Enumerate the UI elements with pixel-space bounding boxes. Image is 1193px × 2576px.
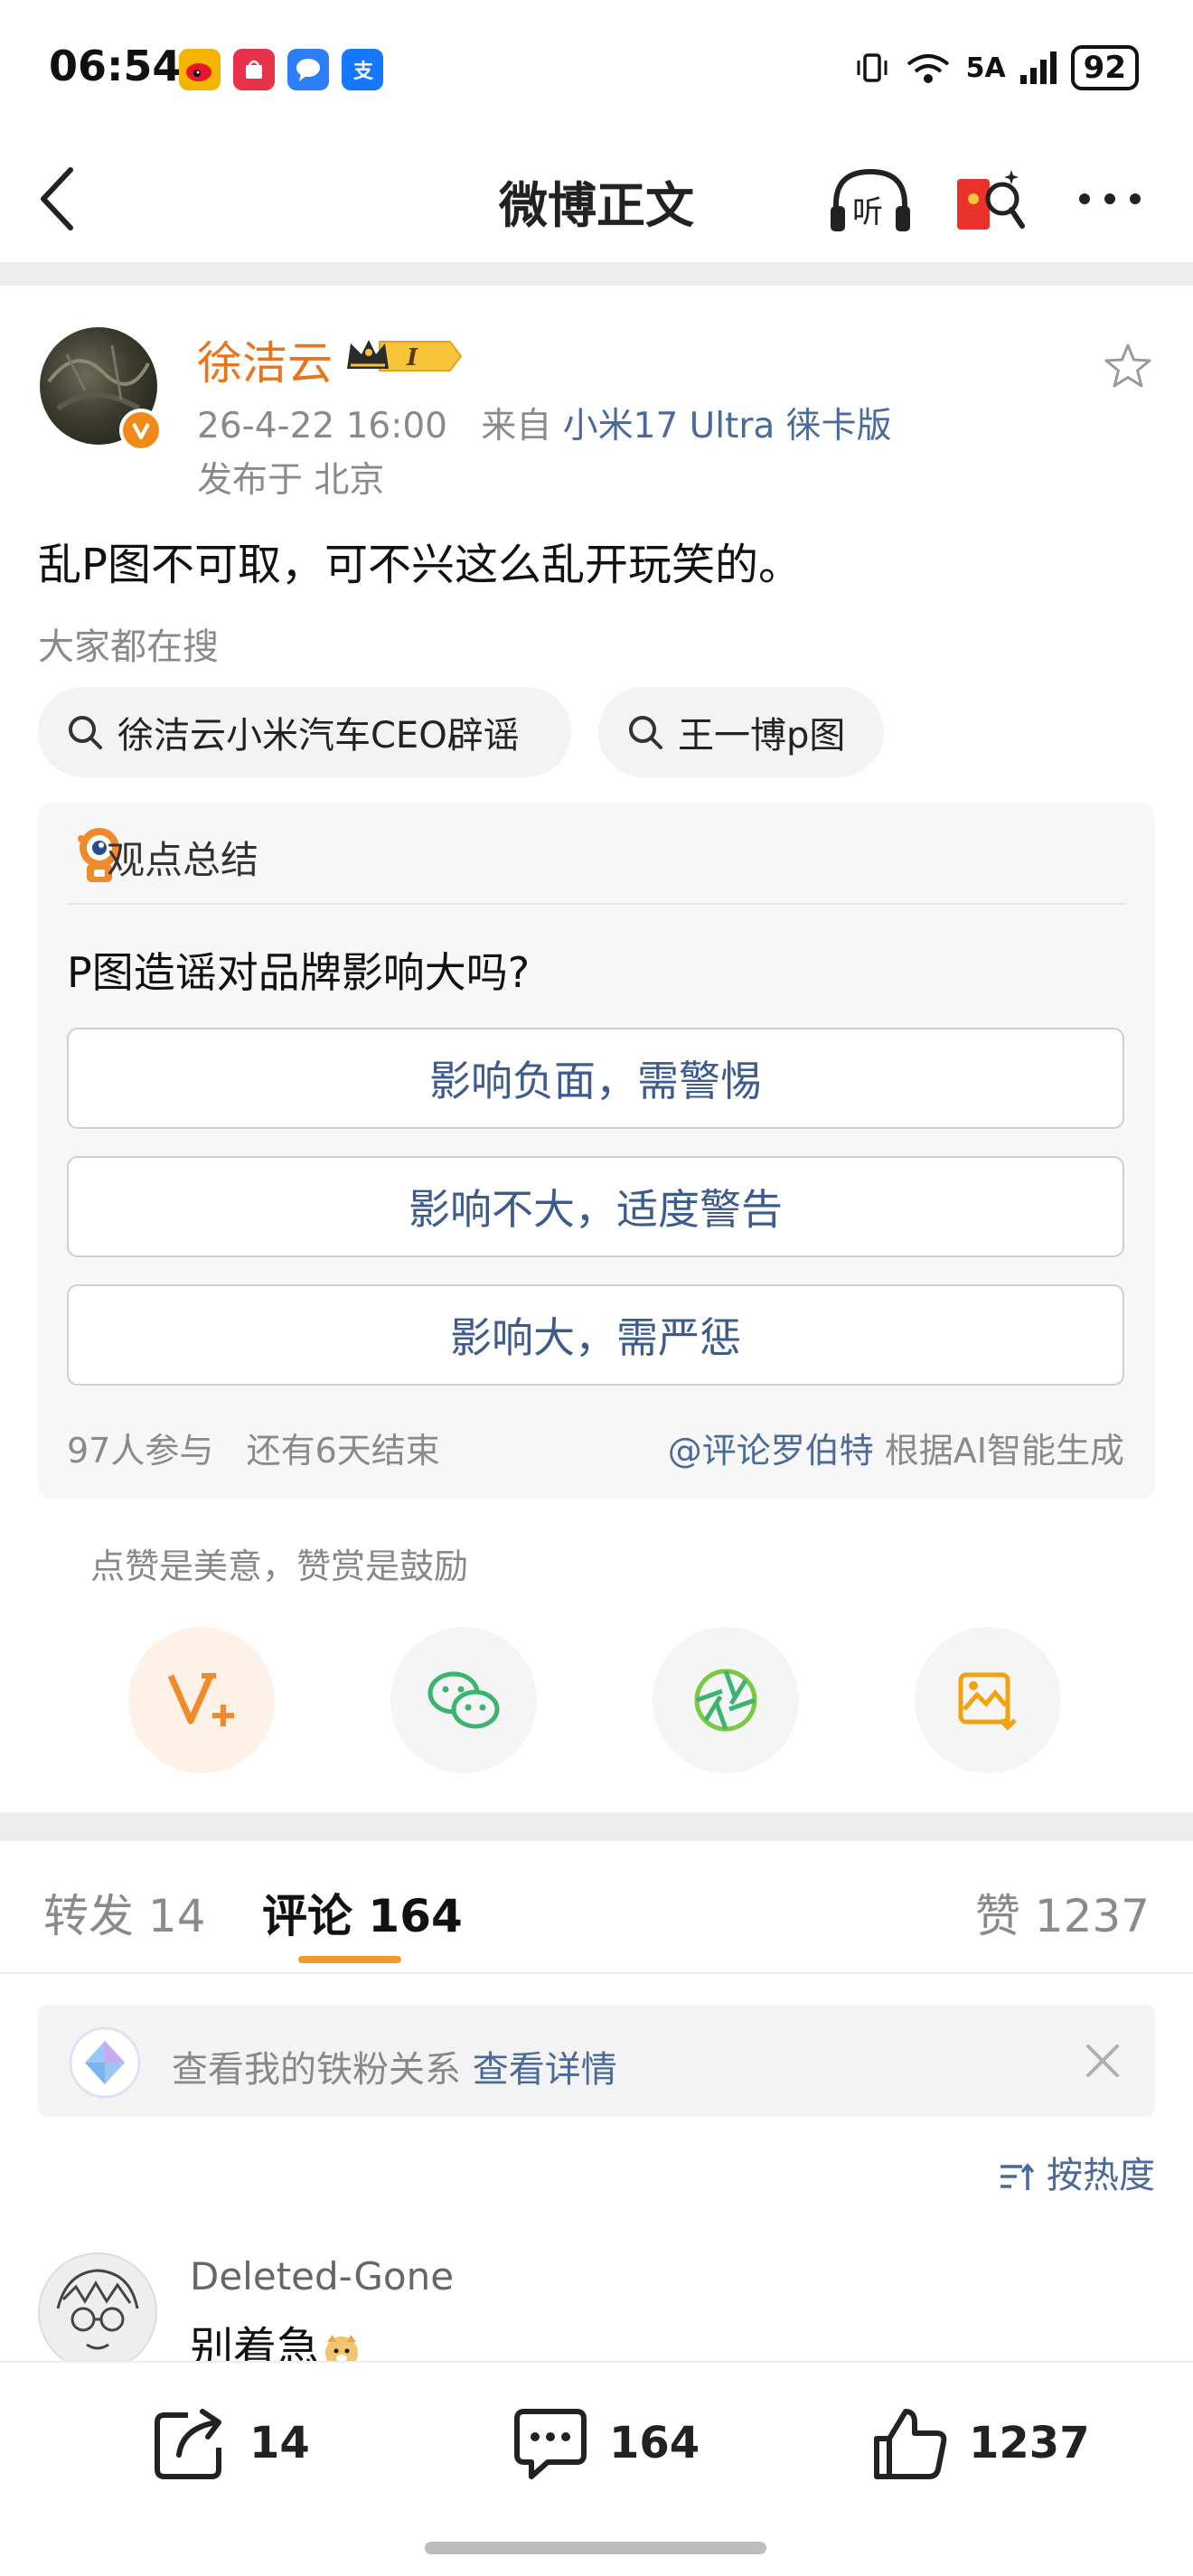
red-packet-icon [957,170,1025,230]
more-button[interactable] [1074,181,1146,221]
listen-button[interactable]: 听 [827,165,914,244]
signal-icon [1019,52,1057,84]
repost-action[interactable]: 14 [152,2404,310,2482]
search-chip-1[interactable]: 徐洁云小米汽车CEO辟谣 [38,687,571,777]
section-divider [0,1812,1193,1841]
moments-aperture-icon [694,1669,757,1732]
search-chip-label: 徐洁云小米汽车CEO辟谣 [117,715,520,757]
poll-status: 97人参与 还有6天结束 [67,1423,440,1472]
post-timestamp: 26-4-22 16:00 [197,406,447,447]
home-indicator[interactable] [425,2542,766,2554]
post-from-label: 来自 [481,406,552,447]
listen-label-glyph: 听 [852,194,883,230]
save-image-icon [958,1672,1017,1731]
post-source[interactable]: 小米17 Ultra 徕卡版 [563,406,892,447]
search-chip-2[interactable]: 王一博p图 [598,687,884,777]
svg-text:支: 支 [353,61,374,83]
like-action[interactable]: 1237 [871,2404,1090,2482]
poll-option-2[interactable]: 影响不大，适度警告 [67,1156,1124,1257]
comment-action[interactable]: 164 [512,2404,700,2482]
wifi-icon [906,54,949,83]
poll-option-3[interactable]: 影响大，需严惩 [67,1284,1124,1386]
thumbs-up-icon [874,2409,947,2479]
fan-relation-text: 查看我的铁粉关系 查看详情 [172,2040,617,2092]
tab-likes[interactable]: 赞 1237 [975,1880,1150,1945]
sort-label: 按热度 [1047,2155,1155,2196]
commenter-name[interactable]: Deleted-Gone [190,2254,454,2299]
poll-credit-mention[interactable]: @评论罗伯特 [668,1431,874,1471]
star-icon [1104,343,1151,388]
network-type: 5A [965,52,1006,84]
comment-count: 164 [609,2418,700,2468]
active-tab-indicator [298,1956,401,1963]
alipay-icon: 支 [342,49,383,90]
tab-comments[interactable]: 评论 164 [262,1880,463,1945]
poll-participants: 97人参与 [67,1431,214,1471]
headphones-icon: 听 [831,168,910,231]
poll-remaining: 还有6天结束 [246,1431,440,1471]
badge-level: I [406,344,418,371]
vibrate-icon [857,53,888,82]
poll-option-1[interactable]: 影响负面，需警惕 [67,1028,1124,1129]
diamond-icon [67,2025,143,2104]
red-packet-button[interactable] [953,163,1026,242]
close-banner-button[interactable] [1083,2041,1123,2084]
app-gallery-icon [233,49,275,90]
more-dots-icon [1079,193,1141,204]
reward-button[interactable] [128,1627,275,1773]
fan-relation-link[interactable]: 查看详情 [473,2049,617,2091]
post-meta: 26-4-22 16:00 来自 小米17 Ultra 徕卡版 [197,398,892,448]
poll-credit: @评论罗伯特 根据AI智能生成 [668,1423,1124,1472]
save-image-button[interactable] [915,1627,1061,1773]
status-indicators: 5A 92 [854,45,1139,90]
commenter-avatar[interactable] [38,2252,157,2372]
post-body: 乱P图不可取，可不兴这么乱开玩笑的。 [38,540,802,590]
reward-v-plus-icon [167,1673,234,1726]
member-badge[interactable]: I [343,334,463,378]
sort-toggle[interactable]: 按热度 [999,2146,1155,2198]
sort-icon [1000,2163,1035,2190]
weibo-icon [179,49,221,90]
wechat-icon [427,1671,500,1729]
like-count: 1237 [969,2418,1090,2468]
tab-repost[interactable]: 转发 14 [43,1880,206,1945]
share-arrow-icon [155,2409,221,2479]
post-location: 发布于 北京 [197,460,385,501]
search-icon [629,716,662,749]
opinion-poll-card [38,803,1155,1499]
poll-divider [67,903,1126,905]
status-time: 06:54 [49,42,182,90]
poll-question: P图造谣对品牌影响大吗? [67,948,531,997]
fan-relation-label: 查看我的铁粉关系 [172,2049,461,2091]
comment-bubble-icon [514,2409,587,2479]
verified-v-icon [132,423,150,439]
trending-search-label: 大家都在搜 [38,626,219,668]
favorite-button[interactable] [1101,340,1155,398]
repost-count: 14 [249,2418,310,2468]
section-divider [0,262,1193,286]
poll-header: 观点总结 [107,838,259,882]
share-wechat-button[interactable] [390,1627,537,1773]
poll-credit-text: 根据AI智能生成 [884,1431,1124,1471]
search-chip-label: 王一博p图 [678,715,846,757]
search-icon [69,716,102,749]
anime-avatar-image [56,2269,139,2350]
tab-divider [0,1972,1193,1974]
battery-indicator: 92 [1070,45,1139,90]
close-icon [1086,2045,1119,2077]
verified-badge [119,409,163,452]
author-name[interactable]: 徐洁云 [197,327,333,392]
share-moments-button[interactable] [653,1627,799,1773]
messages-icon [287,49,329,90]
reward-hint: 点赞是美意，赞赏是鼓励 [90,1547,469,1586]
crown-icon: I [347,340,463,371]
